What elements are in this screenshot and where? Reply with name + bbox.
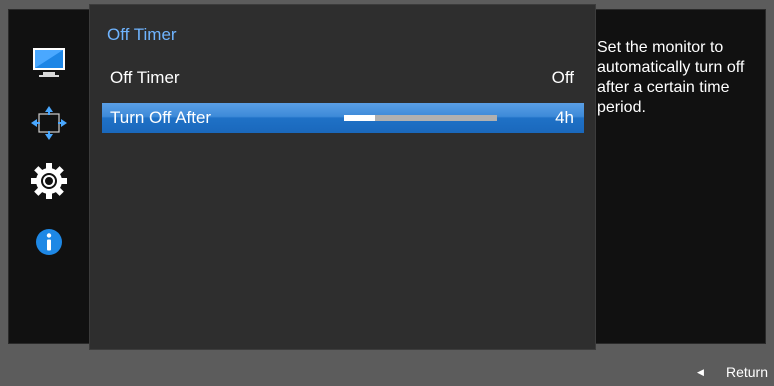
turn-off-after-slider[interactable] [344, 115, 497, 121]
return-button[interactable]: ◀ Return [697, 364, 768, 380]
monitor-icon [33, 48, 65, 77]
category-sidebar [9, 10, 89, 343]
menu-item-label: Turn Off After [110, 108, 212, 127]
menu-item-label: Off Timer [110, 68, 180, 87]
off-timer-panel: Off Timer Off Timer Off Turn Off After 4… [89, 4, 596, 350]
onscreen-display-category-button[interactable] [23, 103, 75, 143]
gear-icon [31, 163, 67, 199]
panel-title: Off Timer [107, 25, 177, 44]
menu-item-value: Off [551, 68, 574, 87]
footer-bar: ◀ Return [0, 343, 774, 386]
slider-fill [344, 115, 375, 121]
arrows-icon [31, 106, 67, 140]
help-description: Set the monitor to automatically turn of… [597, 39, 745, 116]
left-triangle-icon: ◀ [697, 366, 704, 377]
menu-item-off-timer[interactable]: Off Timer Off [102, 63, 584, 93]
info-icon [36, 229, 62, 255]
picture-category-button[interactable] [23, 43, 75, 83]
system-category-button[interactable] [23, 161, 75, 201]
menu-item-value: 4h [555, 108, 574, 127]
information-category-button[interactable] [23, 222, 75, 262]
osd-window: Off Timer Off Timer Off Turn Off After 4… [8, 4, 766, 350]
menu-item-turn-off-after[interactable]: Turn Off After 4h [102, 103, 584, 133]
return-label: Return [725, 364, 768, 380]
